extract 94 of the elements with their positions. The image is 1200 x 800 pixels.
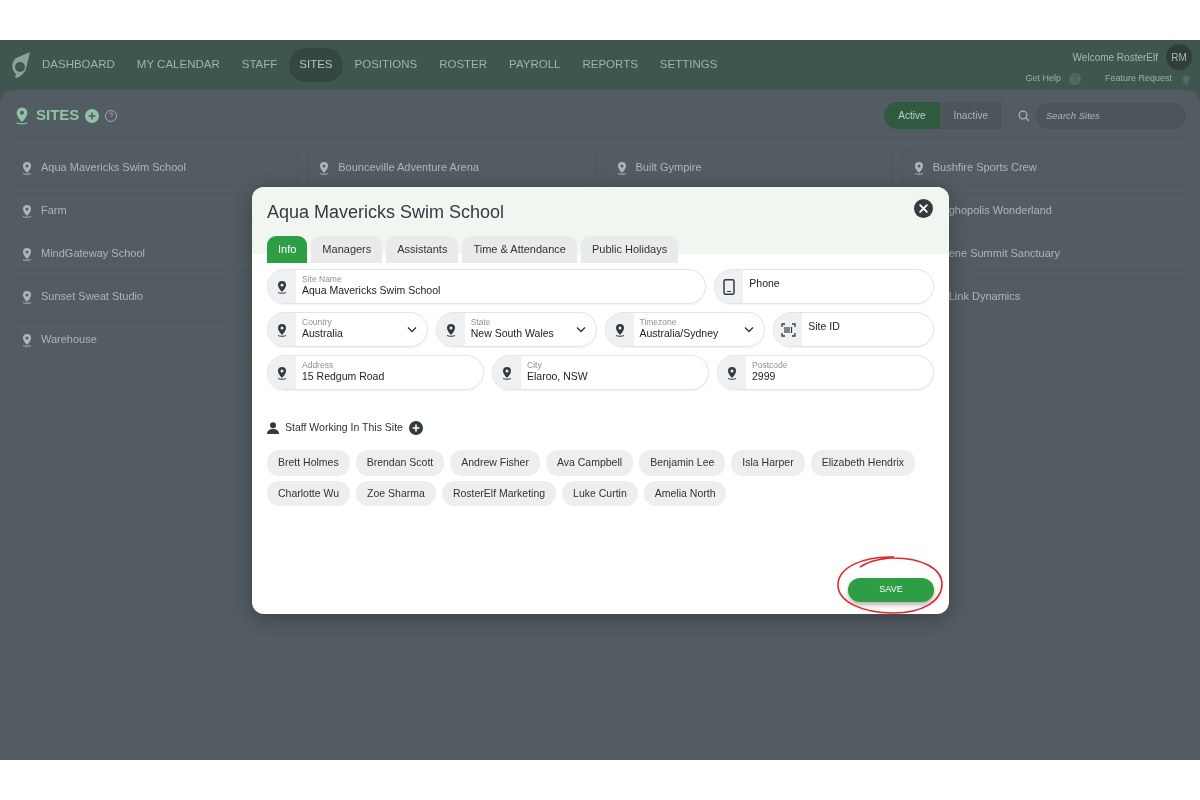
site-name: Bounceville Adventure Arena [338,160,479,176]
site-card[interactable]: Built Gympire [604,149,893,186]
location-pin-icon [21,246,33,261]
nav-item[interactable]: SITES [289,48,343,82]
staff-chip[interactable]: Benjamin Lee [639,449,726,476]
filter-tab[interactable]: Active [884,102,940,129]
staff-chip[interactable]: Luke Curtin [562,480,638,507]
field-label: Country [302,318,333,328]
field-label: State [470,318,492,328]
chevron-down-icon [744,326,755,333]
dialog-tab[interactable]: Time & Attendance [462,236,577,263]
site-name: Sunset Sweat Studio [41,289,144,305]
add-icon[interactable] [408,420,423,435]
field-label: City [527,361,543,371]
staff-chip[interactable]: RosterElf Marketing [441,480,557,507]
location-pin-icon [912,160,925,175]
staff-chip[interactable]: Zoe Sharma [356,480,436,507]
dialog-tab[interactable]: Public Holidays [580,236,679,263]
field-label: Address [302,361,335,371]
nav-item[interactable]: PAYROLL [499,48,571,82]
chevron-down-icon [575,326,586,333]
field-value: Australia/Sydney [639,327,720,341]
phone-icon [723,278,736,295]
dialog-tab[interactable]: Managers [311,236,383,263]
location-pin-icon [21,289,33,304]
nav-item[interactable]: STAFF [231,48,288,82]
site-card[interactable]: Bounceville Adventure Arena [307,149,596,186]
field-value: 15 Redgum Road [302,370,386,384]
nav-item[interactable]: REPORTS [572,48,648,82]
site-name: Aqua Mavericks Swim School [41,160,186,176]
field-value: Australia [302,327,344,341]
location-pin-icon [21,203,33,218]
staff-chip[interactable]: Andrew Fisher [450,449,540,476]
location-pin-icon [444,322,457,337]
field-value: New South Wales [470,327,555,341]
nav-item[interactable]: POSITIONS [344,48,428,82]
location-pin-icon [14,106,30,125]
page-title: SITES [36,105,80,126]
nav-item[interactable]: DASHBOARD [32,48,125,82]
staff-chip[interactable]: Isla Harper [731,449,805,476]
search-icon [1018,109,1030,122]
field-value: Elaroo, NSW [527,370,589,384]
site-name: Warehouse [41,332,97,348]
staff-chip[interactable]: Amelia North [643,480,727,507]
field-label: Timezone [639,318,678,328]
site-name: Farm [41,203,67,219]
staff-chip[interactable]: Ava Campbell [545,449,634,476]
close-icon[interactable] [914,199,933,218]
search-field[interactable]: Search Sites [1036,102,1186,129]
nav-item[interactable]: ROSTER [429,48,498,82]
location-pin-icon [276,365,288,380]
location-pin-icon [726,365,738,380]
nav-item[interactable]: SETTINGS [649,48,728,82]
staff-chip[interactable]: Elizabeth Hendrix [810,449,915,476]
location-pin-icon [613,322,626,337]
help-link[interactable]: Get Help [1025,72,1061,86]
field-value: 2999 [752,370,777,384]
input-field[interactable]: Phone [714,269,934,304]
input-field[interactable]: Site ID [773,312,934,347]
save-button[interactable]: SAVE [848,578,934,602]
dialog-tab[interactable]: Info [267,236,308,263]
welcome-text: Welcome RosterElf [1072,50,1158,65]
dialog-tab[interactable]: Assistants [386,236,459,263]
site-name: Link Dynamics [948,289,1021,305]
user-avatar[interactable]: RM [1166,44,1192,71]
site-card[interactable]: Aqua Mavericks Swim School [10,149,299,186]
staff-chip[interactable]: Brendan Scott [355,449,445,476]
location-pin-icon [318,160,331,175]
location-pin-icon [276,322,288,337]
site-name: ene Summit Sanctuary [948,246,1061,262]
location-pin-icon [21,160,33,175]
site-card[interactable]: Bushfire Sports Crew [901,149,1190,186]
chevron-down-icon [406,326,417,333]
site-name: MindGateway School [41,246,145,262]
location-pin-icon [276,279,288,294]
site-name: Built Gympire [635,160,702,176]
site-name: Bushfire Sports Crew [932,160,1037,176]
barcode-icon [780,322,796,337]
person-icon [267,421,279,434]
location-pin-icon [21,332,33,347]
location-pin-icon [615,160,628,175]
field-label: Postcode [752,361,789,371]
staff-chip[interactable]: Charlotte Wu [267,480,351,507]
field-label: Site Name [302,275,343,285]
staff-chip[interactable]: Brett Holmes [267,449,350,476]
site-name: ghopolis Wonderland [948,203,1052,219]
nav-item[interactable]: MY CALENDAR [126,48,230,82]
add-icon [85,108,100,123]
field-value: Aqua Mavericks Swim School [302,284,442,298]
filter-tab[interactable]: Inactive [939,102,1002,129]
feature-request-link[interactable]: Feature Request [1104,72,1172,86]
help-icon [105,109,118,122]
location-pin-icon [501,365,513,380]
staff-section-label: Staff Working In This Site [285,420,403,435]
